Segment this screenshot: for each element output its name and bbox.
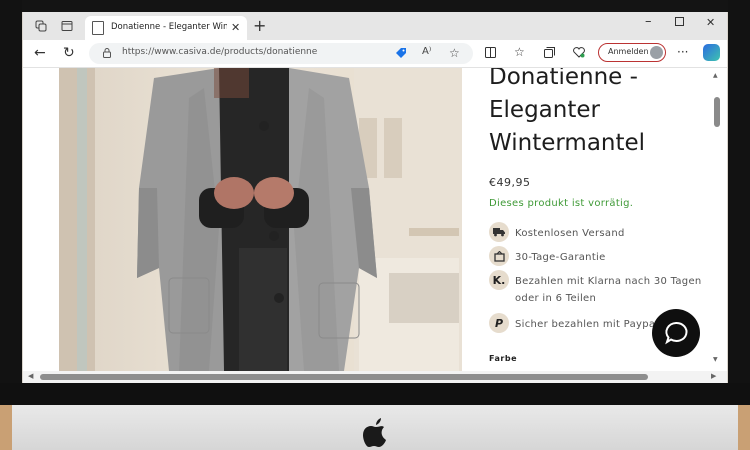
minimize-icon[interactable]: – [645,14,652,29]
chat-bubble-icon [665,321,688,345]
url-text: https://www.casiva.de/products/donatienn… [122,47,318,57]
lock-icon [103,48,111,58]
profile-avatar-icon [650,46,663,59]
split-screen-icon[interactable] [485,47,496,61]
tab-title: Donatienne - Eleganter Wintermantel [111,22,227,32]
back-arrow-icon[interactable]: ← [34,45,46,61]
apple-logo-icon [363,418,386,447]
tab-bar: Donatienne - Eleganter Wintermantel ✕ + … [23,12,727,40]
scroll-up-arrow-icon[interactable]: ▲ [713,72,718,79]
signin-button[interactable]: Anmelden [598,43,666,62]
stock-status: Dieses produkt ist vorrätig. [489,198,634,209]
monitor-bezel-top [0,0,750,12]
coupon-tag-icon[interactable] [395,47,407,59]
close-window-icon[interactable]: ✕ [706,16,715,29]
scroll-down-arrow-icon[interactable]: ▼ [713,356,718,363]
monitor-bezel-left [0,0,22,405]
scroll-right-arrow-icon[interactable]: ▶ [711,372,716,380]
tab-active[interactable]: Donatienne - Eleganter Wintermantel ✕ [85,16,247,40]
vertical-scrollbar-thumb[interactable] [714,97,720,127]
more-options-icon[interactable]: ··· [677,45,688,59]
klarna-icon: K. [489,270,509,290]
new-tab-icon[interactable]: + [253,16,266,35]
url-field[interactable]: https://www.casiva.de/products/donatienn… [89,43,473,64]
product-image[interactable] [59,68,462,371]
favorite-star-icon[interactable]: ☆ [449,46,460,60]
feature-text: Bezahlen mit Klarna nach 30 Tagen oder i… [515,276,702,304]
browser-essentials-icon[interactable] [573,47,585,61]
collections-icon[interactable] [544,47,555,61]
maximize-icon[interactable] [675,16,684,29]
read-aloud-icon[interactable]: A⁾ [422,46,431,57]
page-content: Donatienne - Eleganter Wintermantel €49,… [23,68,727,371]
color-label: Farbe [489,354,517,363]
favorites-icon[interactable]: ☆ [514,45,525,59]
product-title-line: Donatienne - [489,68,638,90]
horizontal-scrollbar-thumb[interactable] [40,374,648,380]
signin-label: Anmelden [608,47,649,56]
paypal-icon: P [489,313,509,333]
desk-surface-right [738,405,750,450]
copilot-icon[interactable] [703,44,720,61]
product-price: €49,95 [489,176,531,189]
address-bar: ← ↻ https://www.casiva.de/products/donat… [23,40,727,68]
horizontal-scrollbar[interactable]: ◀ ▶ [23,371,727,383]
monitor-bezel-bottom [0,383,750,405]
product-title-line: Eleganter [489,97,600,123]
page-favicon-icon [92,21,104,35]
browser-window: Donatienne - Eleganter Wintermantel ✕ + … [23,12,727,383]
desk-surface-left [0,405,12,450]
workspaces-icon[interactable] [33,18,49,34]
feature-text: 30-Tage-Garantie [515,252,606,263]
refresh-icon[interactable]: ↻ [63,45,75,61]
scroll-left-arrow-icon[interactable]: ◀ [28,372,33,380]
feature-text: Kostenlosen Versand [515,228,625,239]
chat-button[interactable] [652,309,700,357]
tab-actions-icon[interactable] [59,18,75,34]
tab-close-icon[interactable]: ✕ [231,21,240,34]
monitor-bezel-right [728,0,750,405]
product-title-line: Wintermantel [489,130,646,156]
return-box-icon [489,246,509,266]
truck-icon [489,222,509,242]
product-title: Donatienne - Eleganter Wintermantel [489,68,709,160]
